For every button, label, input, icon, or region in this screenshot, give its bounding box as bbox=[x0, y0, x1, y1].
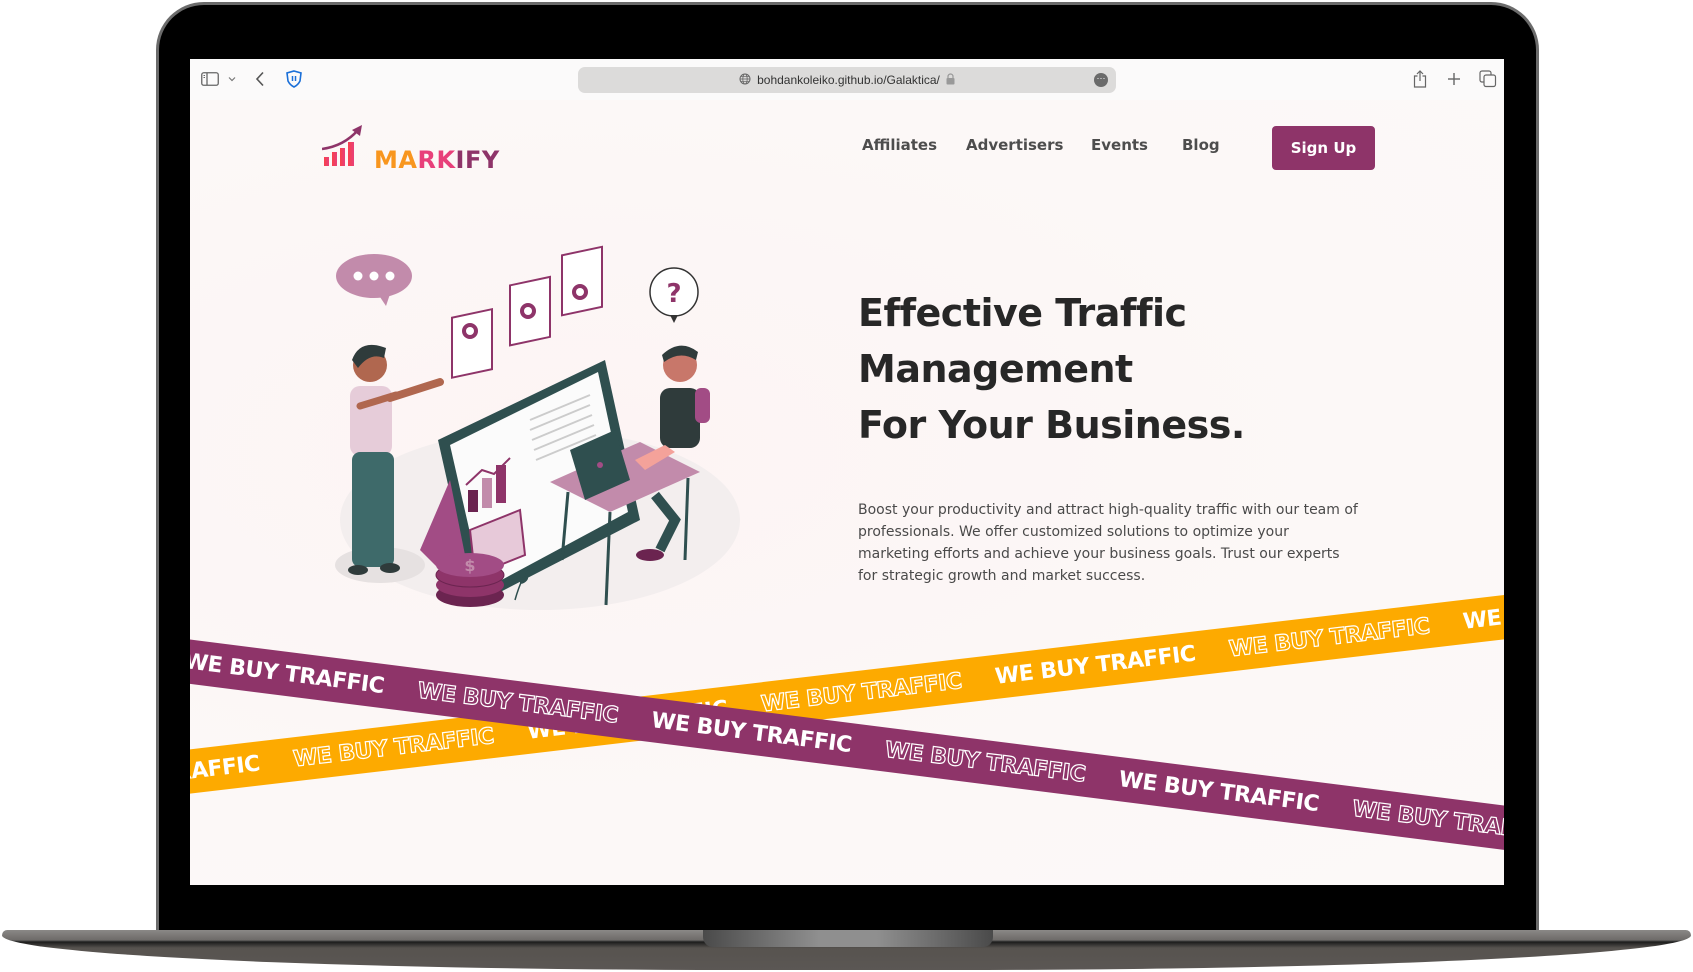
svg-text:?: ? bbox=[666, 279, 681, 309]
svg-text:$: $ bbox=[464, 556, 475, 575]
ribbon-text: WE BUY TRAFFIC bbox=[1350, 796, 1504, 847]
laptop-hinge-notch bbox=[703, 930, 993, 947]
question-bubble-icon: ? bbox=[649, 267, 699, 323]
ribbon-text: WE BUY TRAFFIC bbox=[759, 668, 963, 718]
ribbon-text: WE BUY TRAFFIC bbox=[993, 641, 1197, 690]
ribbon-text: WE BUY TRAFFIC bbox=[1117, 766, 1321, 817]
sidebar-icon[interactable] bbox=[200, 69, 220, 89]
nav-item-events[interactable]: Events bbox=[1091, 136, 1148, 154]
hero-description: Boost your productivity and attract high… bbox=[858, 502, 1358, 584]
ribbon-text: WE BUY TRAFFIC bbox=[190, 750, 262, 799]
hero-heading: Effective Traffic Management For Your Bu… bbox=[858, 285, 1358, 453]
ribbon-text: WE BUY TRAFFIC bbox=[1227, 613, 1431, 663]
nav-item-advertisers[interactable]: Advertisers bbox=[966, 136, 1063, 154]
more-icon[interactable]: ··· bbox=[1094, 73, 1108, 87]
address-bar[interactable]: bohdankoleiko.github.io/Galaktica/ ··· bbox=[578, 67, 1116, 93]
privacy-shield-icon[interactable] bbox=[284, 69, 304, 89]
speech-bubble-icon bbox=[336, 254, 412, 306]
lock-icon bbox=[946, 72, 955, 88]
hero-heading-highlight: For Your Business. bbox=[858, 397, 1245, 453]
web-page: MARKIFY Affiliates Advertisers Events Bl… bbox=[190, 100, 1504, 885]
globe-icon bbox=[739, 73, 751, 88]
hero-heading-line-1: Effective Traffic bbox=[858, 291, 1187, 335]
url-text[interactable]: bohdankoleiko.github.io/Galaktica/ bbox=[757, 73, 940, 87]
brand-name: MARKIFY bbox=[374, 146, 500, 174]
ribbon-text: WE BUY TRAFFIC bbox=[883, 737, 1087, 788]
nav-item-blog[interactable]: Blog bbox=[1182, 136, 1220, 154]
ribbon-text: WE BUY TRAFFIC bbox=[291, 723, 496, 773]
plus-icon[interactable] bbox=[1444, 69, 1464, 89]
nav-item-affiliates[interactable]: Affiliates bbox=[862, 136, 937, 154]
chevron-down-icon[interactable] bbox=[222, 69, 242, 89]
share-icon[interactable] bbox=[1410, 69, 1430, 89]
ribbon-text: WE BUY TRAFFIC bbox=[190, 648, 386, 699]
ribbon-text: WE BUY TRAFFIC bbox=[1461, 586, 1504, 635]
tabs-overview-icon[interactable] bbox=[1478, 69, 1498, 89]
brand-logo[interactable]: MARKIFY bbox=[321, 124, 500, 174]
hero-heading-line-2: Management bbox=[858, 347, 1133, 391]
browser-toolbar: bohdankoleiko.github.io/Galaktica/ ··· bbox=[190, 59, 1504, 100]
back-arrow-icon[interactable] bbox=[250, 69, 270, 89]
team-presentation-illustration: ? $ bbox=[300, 220, 740, 620]
laptop-screen: bohdankoleiko.github.io/Galaktica/ ··· M… bbox=[190, 59, 1504, 885]
coin-stack-icon: $ bbox=[435, 553, 505, 607]
sign-up-button[interactable]: Sign Up bbox=[1272, 126, 1375, 170]
bar-chart-growth-icon bbox=[321, 124, 366, 172]
